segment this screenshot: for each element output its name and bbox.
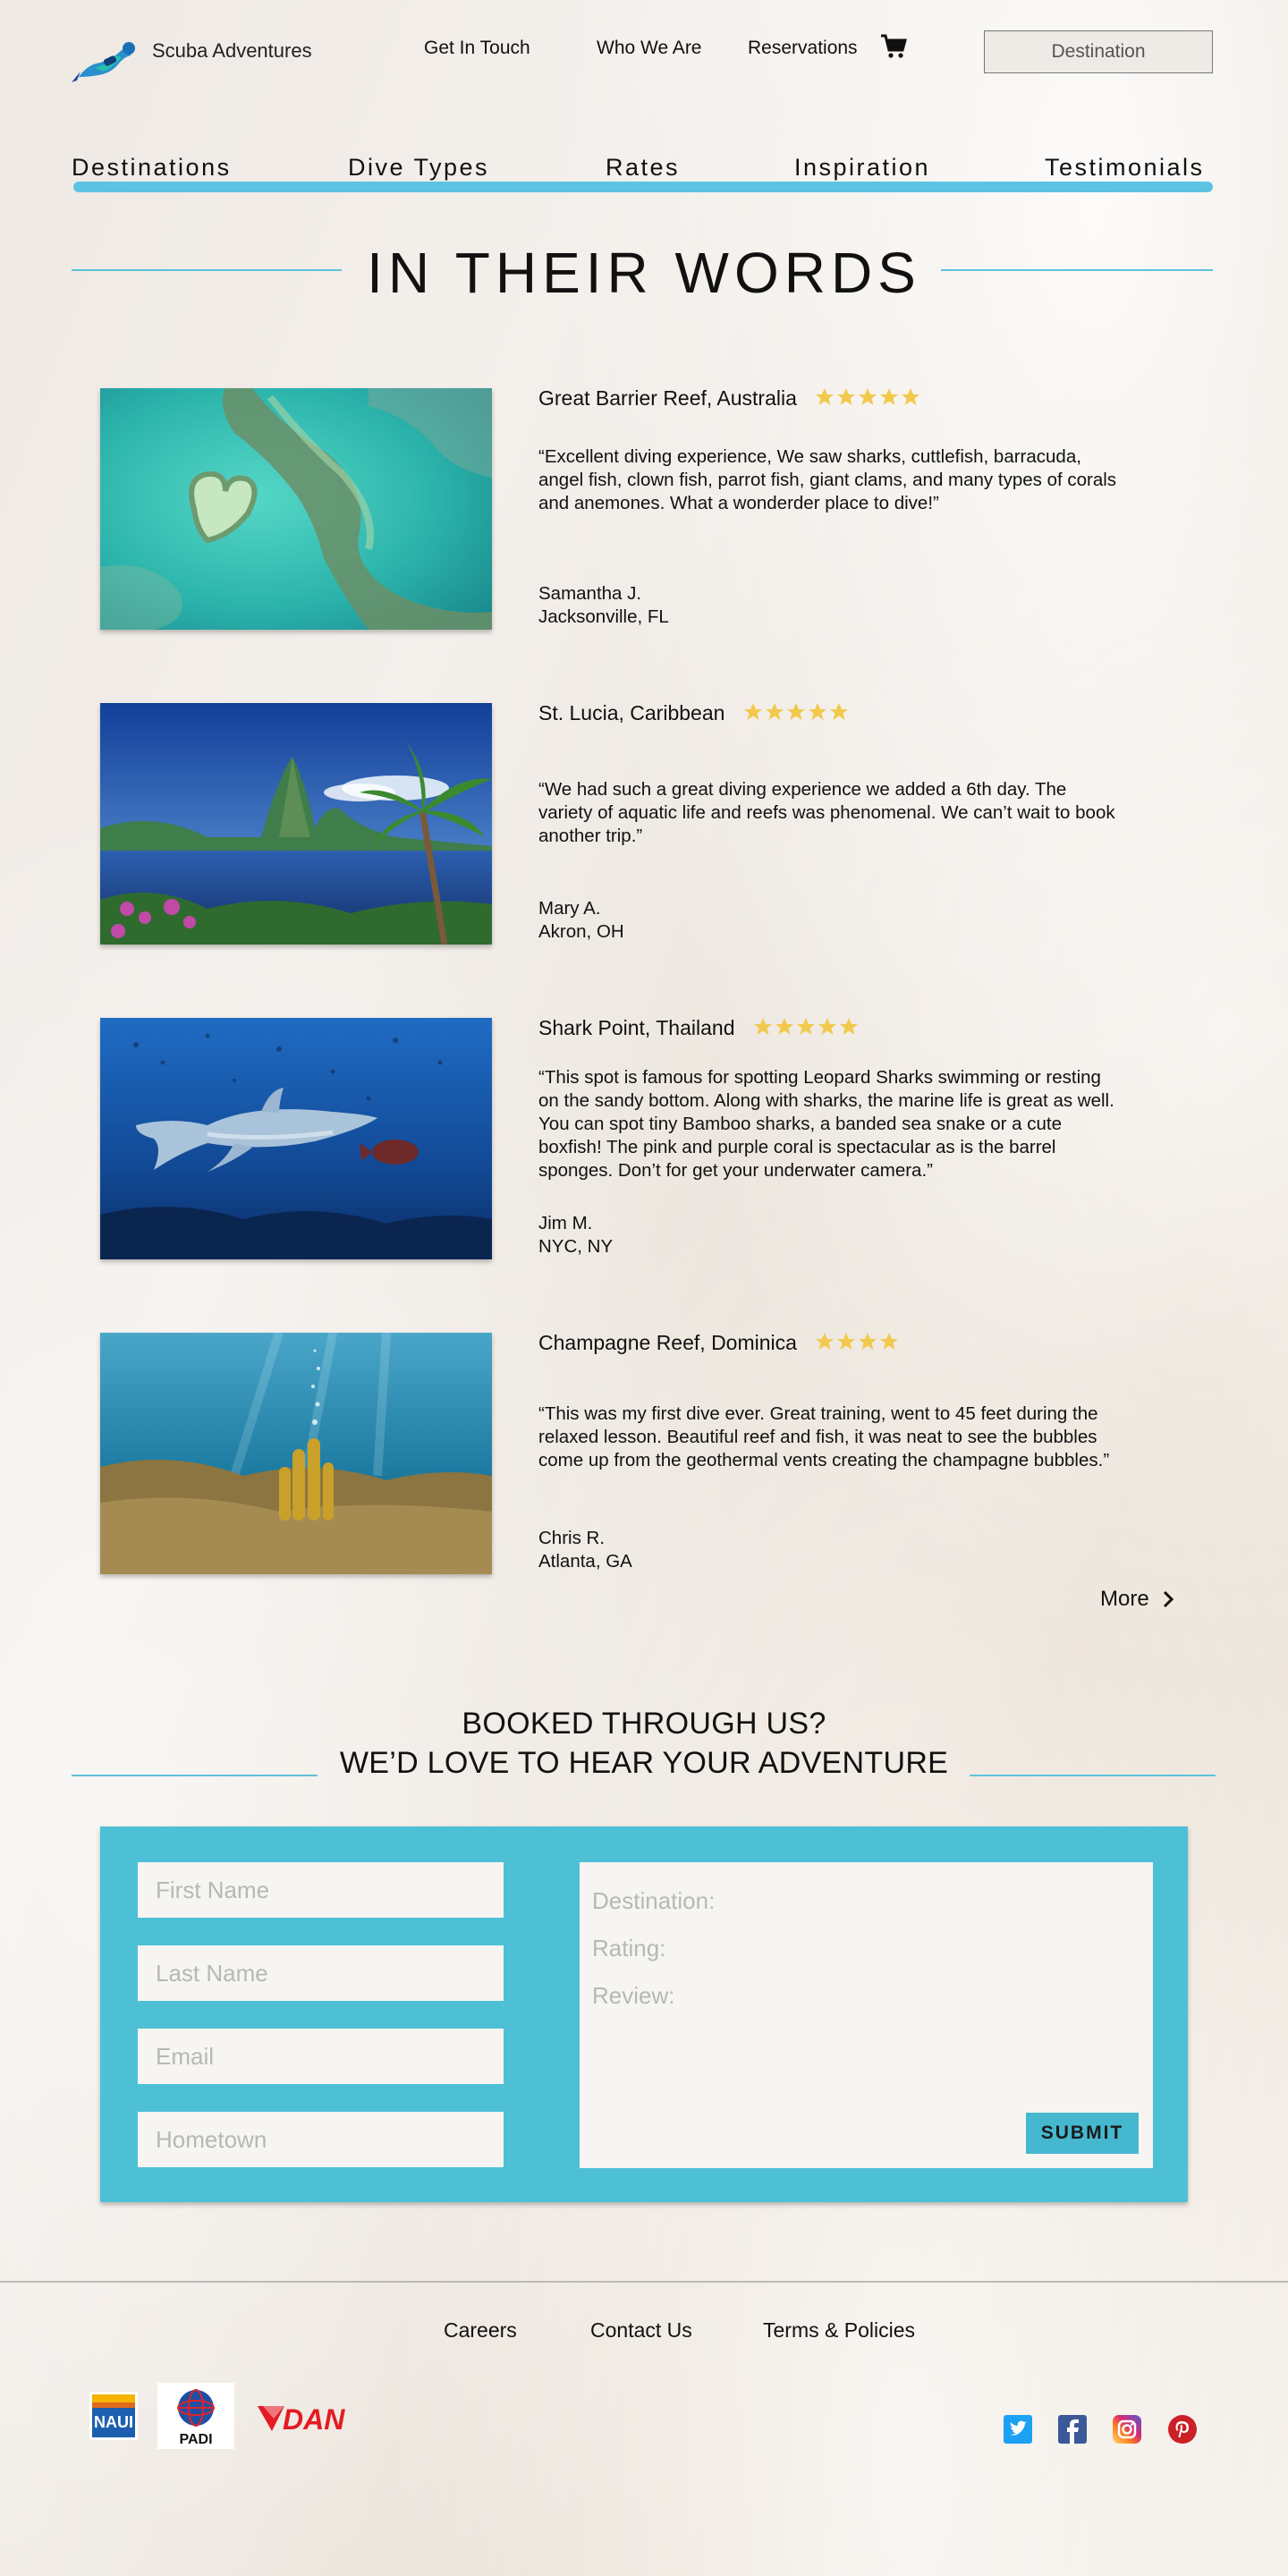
testimonial-quote: “We had such a great diving experience w…	[538, 779, 1115, 846]
reviewer-city: Jacksonville, FL	[538, 606, 669, 627]
testimonial-quote: “This spot is famous for spotting Leopar…	[538, 1067, 1114, 1181]
nav-who-we-are[interactable]: Who We Are	[597, 38, 702, 59]
testimonial-quote: “Excellent diving experience, We saw sha…	[538, 446, 1117, 513]
submit-button[interactable]: SUBMIT	[1026, 2113, 1139, 2154]
first-name-input[interactable]: First Name	[138, 1862, 504, 1918]
rating-stars	[815, 387, 920, 412]
page-title: IN THEIR WORDS	[367, 241, 921, 305]
star-icon	[880, 387, 899, 405]
nav-get-in-touch[interactable]: Get In Touch	[424, 38, 530, 59]
reviewer-city: NYC, NY	[538, 1236, 614, 1257]
dan-logo[interactable]: DAN	[256, 2402, 367, 2436]
star-icon	[859, 1332, 877, 1350]
title-divider-right	[941, 269, 1213, 271]
testimonial-title: Shark Point, Thailand	[538, 1016, 859, 1042]
star-icon	[837, 1332, 856, 1350]
star-icon	[818, 1017, 836, 1035]
last-name-input[interactable]: Last Name	[138, 1945, 504, 2001]
nav-destinations[interactable]: Destinations	[72, 154, 232, 182]
star-icon	[839, 1017, 858, 1035]
destination-label: Destination:	[592, 1887, 716, 1914]
cart-icon[interactable]	[879, 32, 908, 61]
svg-text:DAN: DAN	[283, 2403, 345, 2435]
more-link[interactable]: More	[1100, 1587, 1174, 1612]
shark-point-image	[100, 1018, 492, 1259]
star-icon	[765, 702, 784, 720]
footer-contact-us[interactable]: Contact Us	[590, 2318, 692, 2343]
nav-inspiration[interactable]: Inspiration	[794, 154, 930, 182]
testimonial-title: St. Lucia, Caribbean	[538, 701, 849, 727]
brand-name[interactable]: Scuba Adventures	[152, 39, 312, 63]
champagne-reef-image	[100, 1333, 492, 1574]
reviewer-name: Chris R.	[538, 1528, 606, 1548]
email-input[interactable]: Email	[138, 2029, 504, 2084]
reviewer-name: Samantha J.	[538, 583, 642, 604]
svg-text:PADI: PADI	[179, 2432, 212, 2447]
star-icon	[859, 387, 877, 405]
star-icon	[753, 1017, 772, 1035]
footer-terms-policies[interactable]: Terms & Policies	[763, 2318, 915, 2343]
padi-logo[interactable]: PADI	[157, 2383, 234, 2449]
star-icon	[796, 1017, 815, 1035]
star-icon	[743, 702, 762, 720]
star-icon	[880, 1332, 899, 1350]
star-icon	[816, 1332, 835, 1350]
chevron-right-icon	[1163, 1590, 1174, 1608]
great-barrier-reef-image	[100, 388, 492, 630]
star-icon	[775, 1017, 793, 1035]
rating-label: Rating:	[592, 1935, 666, 1962]
testimonial-title: Great Barrier Reef, Australia	[538, 386, 920, 412]
star-icon	[816, 387, 835, 405]
reviewer-city: Atlanta, GA	[538, 1551, 632, 1572]
star-icon	[829, 702, 848, 720]
nav-rates[interactable]: Rates	[606, 154, 680, 182]
reviewer-name: Jim M.	[538, 1213, 593, 1233]
booking-heading-line1: BOOKED THROUGH US?	[462, 1707, 826, 1741]
rating-stars	[743, 702, 849, 727]
footer-careers[interactable]: Careers	[444, 2318, 517, 2343]
testimonial-quote: “This was my first dive ever. Great trai…	[538, 1403, 1110, 1470]
nav-underline-bar	[73, 182, 1213, 192]
booking-heading-line2: WE’D LOVE TO HEAR YOUR ADVENTURE	[339, 1746, 949, 1780]
star-icon	[786, 702, 805, 720]
footer-divider	[0, 2281, 1288, 2283]
reviewer-city: Akron, OH	[538, 921, 624, 942]
hometown-input[interactable]: Hometown	[138, 2112, 504, 2167]
twitter-icon[interactable]	[1004, 2415, 1032, 2444]
st-lucia-image	[100, 703, 492, 945]
pinterest-icon[interactable]	[1168, 2415, 1197, 2444]
star-icon	[808, 702, 826, 720]
star-icon	[837, 387, 856, 405]
rating-stars	[753, 1017, 859, 1042]
instagram-icon[interactable]	[1113, 2415, 1141, 2444]
booking-divider-right	[970, 1775, 1216, 1776]
nav-dive-types[interactable]: Dive Types	[348, 154, 489, 182]
svg-text:NAUI: NAUI	[94, 2413, 133, 2431]
nav-testimonials[interactable]: Testimonials	[1045, 154, 1205, 182]
naui-logo[interactable]: NAUI	[88, 2390, 140, 2442]
reviewer-name: Mary A.	[538, 898, 601, 919]
star-icon	[902, 387, 920, 405]
nav-reservations[interactable]: Reservations	[748, 38, 858, 59]
testimonial-title: Champagne Reef, Dominica	[538, 1331, 899, 1357]
rating-stars	[815, 1332, 899, 1357]
destination-button[interactable]: Destination	[984, 30, 1213, 73]
review-label: Review:	[592, 1982, 675, 2009]
facebook-icon[interactable]	[1058, 2415, 1087, 2444]
scuba-diver-logo-icon[interactable]	[68, 38, 140, 88]
